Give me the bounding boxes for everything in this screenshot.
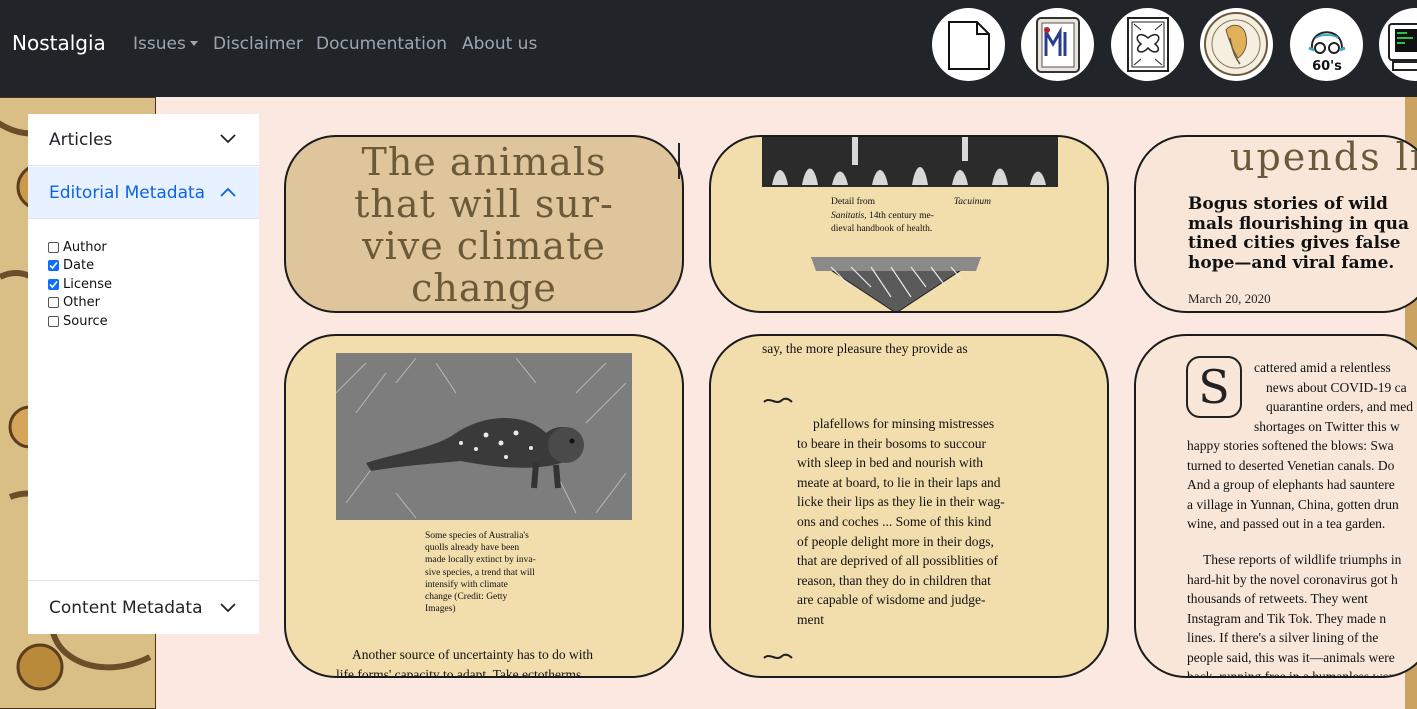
content-metadata-accordion-label: Content Metadata: [49, 598, 203, 618]
option-date[interactable]: Date: [48, 257, 112, 276]
articles-accordion-label: Articles: [49, 130, 113, 150]
option-author[interactable]: Author: [48, 238, 112, 257]
quotation-card[interactable]: say, the more pleasure they provide as p…: [709, 334, 1109, 678]
article-body-text: Another source of uncertainty has to do …: [336, 647, 594, 678]
issue-art-nouveau-button[interactable]: [1021, 8, 1094, 81]
chevron-down-icon: [220, 603, 236, 613]
option-license-label: License: [63, 276, 113, 292]
editorial-metadata-accordion-header[interactable]: Editorial Metadata: [28, 167, 259, 219]
art-nouveau-letter-m-icon: [1036, 17, 1080, 73]
checkbox-author[interactable]: [48, 241, 59, 253]
option-date-label: Date: [63, 258, 95, 274]
articles-accordion-header[interactable]: Articles: [28, 114, 259, 166]
editorial-metadata-options: Author Date License Other Source: [48, 238, 112, 331]
image-detail-caption: Detail from Tacuinum Sanitatis, 14th cent…: [831, 197, 991, 234]
nav-about-link[interactable]: About us: [462, 34, 537, 54]
article-paragraph-2: These reports of wildlife triumphs in ha…: [1187, 552, 1402, 678]
option-license[interactable]: License: [48, 275, 112, 294]
quote-block: plafellows for minsing mistresses to bea…: [797, 416, 1005, 627]
quoll-caption: Some species of Australia's quolls alrea…: [425, 531, 536, 615]
text-cursor: [678, 143, 680, 179]
blank-page-icon: [948, 21, 990, 70]
art-nouveau-portrait-icon: [1204, 12, 1268, 76]
issue-computer-button[interactable]: [1379, 8, 1417, 81]
checkbox-license[interactable]: [48, 278, 59, 290]
content-metadata-accordion-header[interactable]: Content Metadata: [28, 580, 259, 634]
article-title: The animals that will sur- vive climate …: [354, 140, 614, 310]
checkmark-icon: [49, 262, 58, 270]
issue-ornamental-button[interactable]: [1111, 8, 1184, 81]
checkbox-source[interactable]: [48, 315, 59, 327]
quote-intro-text: say, the more pleasure they provide as: [762, 341, 968, 356]
brand-link[interactable]: Nostalgia: [12, 31, 106, 55]
caret-down-icon: [189, 41, 198, 46]
top-navbar: Nostalgia Issues Disclaimer Documentatio…: [0, 0, 1417, 97]
headline-fragment: upends lif: [1230, 135, 1417, 179]
article-title-card[interactable]: The animals that will sur- vive climate …: [284, 135, 684, 313]
option-other[interactable]: Other: [48, 294, 112, 313]
image-detail-card[interactable]: Detail from Tacuinum Sanitatis, 14th cent…: [709, 135, 1109, 313]
option-other-label: Other: [63, 295, 100, 311]
option-source-label: Source: [63, 313, 108, 329]
ornament-flourish-icon: [763, 397, 793, 403]
issue-sixties-button[interactable]: 60's: [1290, 8, 1363, 81]
checkbox-date[interactable]: [48, 260, 59, 272]
issue-blank-page-button[interactable]: [932, 8, 1005, 81]
nav-disclaimer-link[interactable]: Disclaimer: [213, 34, 303, 54]
option-author-label: Author: [63, 239, 107, 255]
checkmark-icon: [49, 280, 58, 288]
option-source[interactable]: Source: [48, 312, 112, 331]
chevron-up-icon: [220, 187, 236, 197]
nav-issues-dropdown[interactable]: Issues: [133, 34, 198, 54]
ornamental-butterfly-icon: [1127, 17, 1169, 72]
article-text-card[interactable]: S cattered amid a relentless news about …: [1134, 334, 1417, 678]
checkbox-other[interactable]: [48, 297, 59, 309]
article-headline-card[interactable]: upends lif Bogus stories of wild mals fl…: [1134, 135, 1417, 313]
ornamental-triangle-image: [811, 257, 981, 311]
article-paragraph-1: happy stories softened the blows: Swa tu…: [1187, 438, 1399, 531]
retro-computer-icon: [1388, 23, 1417, 71]
article-date: March 20, 2020: [1188, 291, 1271, 306]
article-subheading: Bogus stories of wild mals flourishing i…: [1188, 194, 1409, 273]
sixties-face-icon: 60's: [1308, 31, 1346, 74]
article-lead-text: cattered amid a relentless news about CO…: [1254, 360, 1413, 434]
quoll-photo-image: [336, 353, 632, 520]
svg-text:60's: 60's: [1312, 59, 1342, 74]
chevron-down-icon: [220, 134, 236, 144]
nav-issues-label: Issues: [133, 34, 186, 54]
issue-portrait-button[interactable]: [1200, 8, 1273, 81]
tacuinum-illustration-image: [762, 137, 1058, 187]
nav-documentation-link[interactable]: Documentation: [316, 34, 447, 54]
quoll-figure-card[interactable]: Some species of Australia's quolls alrea…: [284, 334, 684, 678]
metadata-sidebar: Articles Editorial Metadata Author Date …: [28, 114, 259, 634]
dropcap-letter: S: [1186, 356, 1242, 418]
editorial-metadata-accordion-label: Editorial Metadata: [49, 183, 206, 203]
ornament-flourish-icon: [763, 653, 793, 659]
